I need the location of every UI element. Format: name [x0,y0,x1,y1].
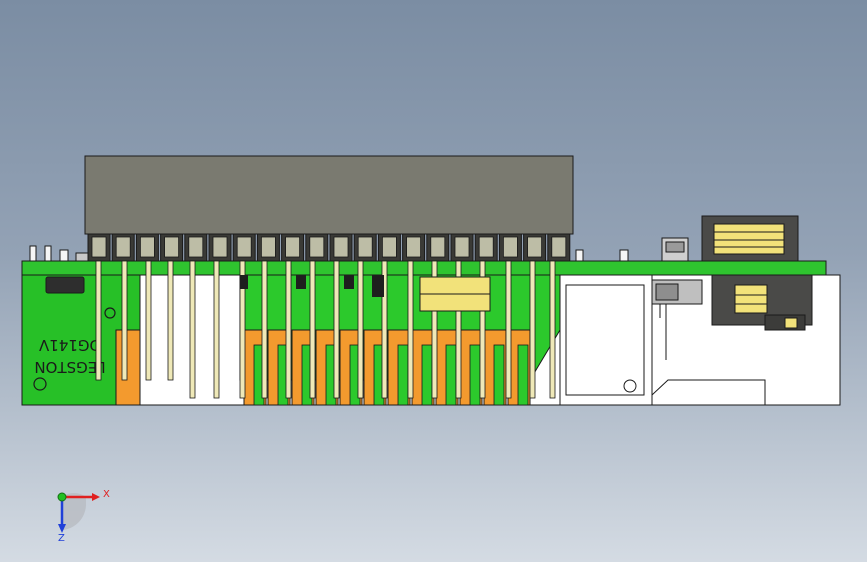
y-axis-label: Y [0,0,1,1]
cad-model-drawing: LEGSTON DG141V X Z Y [0,0,841,544]
header-pin-contact [527,236,542,258]
header-pin-contact [309,236,325,258]
board-chip [45,276,85,294]
component [44,245,52,262]
header-pin-contact [164,236,180,258]
pcb-board [21,260,827,276]
pin [145,260,152,381]
pin [189,260,196,399]
board-label-brand: LEGSTON [34,358,105,376]
component [29,245,37,262]
pin [505,260,512,399]
pin [121,260,128,381]
left-terminal-block [115,329,143,406]
component [575,249,584,262]
header-pin-contact [236,236,252,258]
pin-header-teeth [87,233,571,262]
clip [344,275,354,289]
terminal-separator [421,344,433,406]
cad-model-viewport[interactable]: LEGSTON DG141V X Z Y [0,0,867,562]
terminal-separator [445,344,457,406]
board-label-model: DG141V [38,336,101,354]
pin [549,260,556,399]
pin [261,260,268,399]
z-axis-label: Z [58,533,65,544]
header-pin-contact [551,236,567,258]
header-pin-contact [406,236,422,258]
pin [333,260,340,399]
pin [357,260,364,399]
terminal-separator [493,344,505,406]
pin-header-housing [84,155,574,235]
header-pin-contact [381,236,397,258]
pin [167,260,174,381]
header-pin-contact [212,236,228,258]
pin [213,260,220,399]
header-pin-contact [333,236,349,258]
header-pin-contact [454,236,470,258]
pin [285,260,292,399]
pin [309,260,316,399]
header-pin-contact [285,236,301,258]
header-pin-contact [139,236,155,258]
header-pin-contact [115,236,131,258]
component [619,249,629,262]
pin [95,260,102,381]
terminal-separator [397,344,409,406]
clip [240,275,248,289]
terminal-separator [517,344,529,406]
pin [529,260,536,399]
header-pin-contact [430,236,446,258]
header-pin-contact [91,236,107,258]
component [59,249,69,262]
mounting-hole-icon [623,379,637,393]
middle-module [559,274,653,406]
header-pin-contact [357,236,373,258]
terminal-separator [469,344,481,406]
header-pin-contact [260,236,276,258]
pin [407,260,414,399]
header-pin-contact [188,236,204,258]
clip [372,275,384,297]
header-pin-contact [478,236,494,258]
x-axis-label: X [103,489,110,500]
header-pin-contact [502,236,518,258]
clip [296,275,306,289]
